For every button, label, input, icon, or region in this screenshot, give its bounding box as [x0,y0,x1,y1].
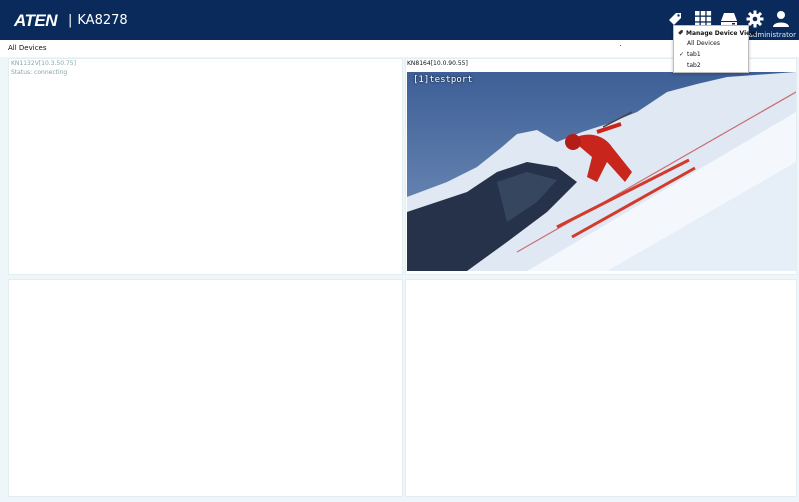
menu-item-all-devices[interactable]: All Devices [687,40,720,47]
menu-item-tab2[interactable]: tab2 [687,62,701,69]
ski-video-image [407,72,796,271]
menu-header[interactable]: Manage Device View [677,29,756,37]
model-name: | KA8278 [68,13,128,28]
menu-item-tab1[interactable]: tab1 [687,51,701,58]
device-status: Status: connecting [11,69,68,76]
device-view-menu: Manage Device View All Devices ✓ tab1 ta… [673,25,756,73]
model-label: KA8278 [77,13,128,28]
video-feed[interactable]: [1]testport [407,72,796,271]
breadcrumb: All Devices [8,44,47,52]
aten-logo: ATEN [14,11,58,30]
device-name: KN1132V[10.3.50.75] [11,60,76,67]
device-panel-1[interactable]: KN1132V[10.3.50.75] Status: connecting [8,58,403,275]
port-label: [1]testport [413,75,473,85]
device-name: KN8164[10.0.90.55] [407,60,468,67]
user-icon[interactable] [772,10,790,28]
title-separator: | [68,13,73,28]
divider-dot [620,45,621,46]
device-panel-3[interactable] [8,279,403,497]
device-panel-2[interactable]: KN8164[10.0.90.55] [1]testport [405,58,797,275]
check-icon: ✓ [679,51,685,58]
device-panel-4[interactable] [405,279,797,497]
tag-icon [678,30,683,35]
menu-header-label: Manage Device View [686,30,756,37]
